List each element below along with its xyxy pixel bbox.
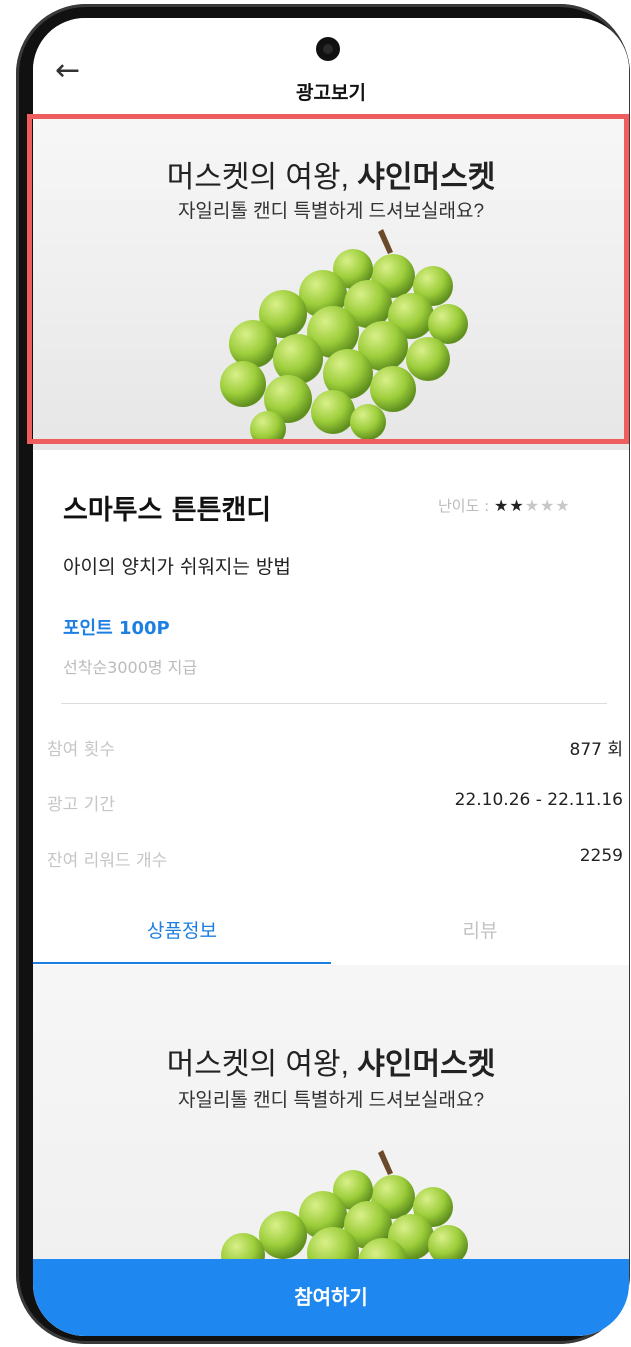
product-name: 스마투스 튼튼캔디 [63,495,272,526]
star-filled-icon: ★ [494,496,510,515]
tab-product-info[interactable]: 상품정보 [33,916,331,943]
stat-label: 참여 횟수 [47,740,115,760]
tab-reviews[interactable]: 리뷰 [331,916,629,943]
product-description: 아이의 양치가 쉬워지는 방법 [63,556,291,578]
points-note: 선착순3000명 지급 [63,658,198,677]
grapes-image [221,1150,468,1265]
difficulty-label: 난이도 : [438,497,490,515]
content-subline: 자일리톨 캔디 특별하게 드셔보실래요? [177,1090,485,1111]
stat-value: 2259 [579,846,623,866]
star-empty-icon: ★ [524,496,541,515]
difficulty-rating: 난이도 : ★★★★★ [438,495,571,516]
divider [61,703,607,704]
page-title: 광고보기 [296,82,366,104]
active-tab-indicator [33,962,331,964]
points-reward: 포인트 100P [63,618,170,639]
front-camera [316,37,340,61]
stat-value: 22.10.26 - 22.11.16 [454,790,623,810]
content-headline: 머스켓의 여왕, 샤인머스켓 [166,1048,496,1081]
participate-button-label: 참여하기 [294,1285,368,1309]
stat-value: 877 회 [569,740,624,760]
stat-label: 잔여 리워드 개수 [47,851,168,871]
banner-highlight-box [27,114,629,444]
top-bar: ← 광고보기 [33,18,629,114]
tab-bar: 상품정보 리뷰 [33,916,629,966]
participate-button[interactable]: 참여하기 [33,1259,629,1336]
star-filled-icon: ★ [509,496,525,515]
star-empty-icon: ★ [555,496,571,515]
stat-label: 광고 기간 [47,795,115,815]
star-empty-icon: ★ [540,496,556,515]
